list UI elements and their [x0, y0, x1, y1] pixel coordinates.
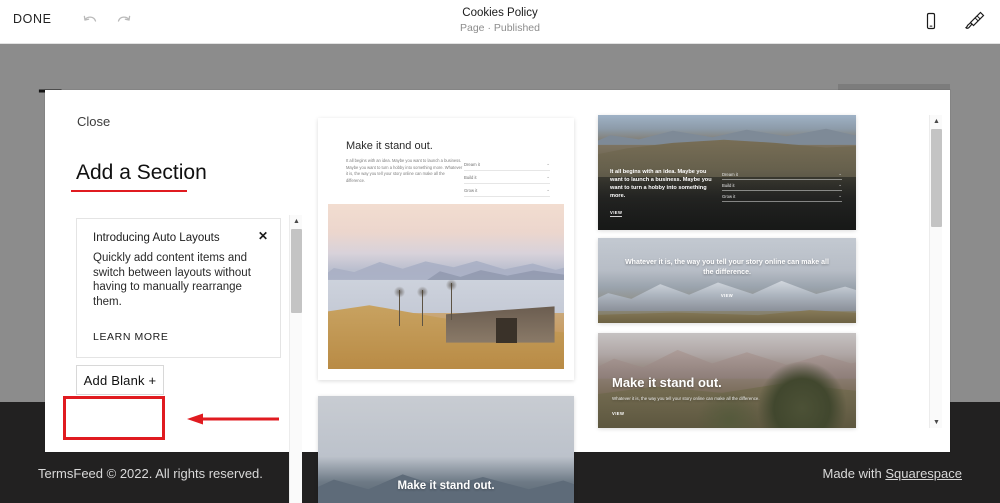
- mobile-device-icon[interactable]: [918, 8, 944, 34]
- chevron-down-icon: ⌄: [838, 171, 842, 176]
- preview-heading: Make it stand out.: [346, 140, 433, 152]
- page-title: Cookies Policy: [462, 7, 538, 19]
- page-title-group: Cookies Policy Page · Published: [0, 6, 1000, 36]
- preview-photo: [598, 238, 856, 323]
- preview-quote: Whatever it is, the way you tell your st…: [625, 259, 829, 276]
- right-pane-scrollbar[interactable]: ▲ ▼: [929, 115, 942, 428]
- scroll-up-arrow-icon[interactable]: ▲: [930, 115, 943, 127]
- chevron-down-icon: ⌄: [546, 161, 550, 166]
- section-preview-card[interactable]: It all begins with an idea. Maybe you wa…: [598, 115, 856, 230]
- editor-topbar: DONE Cookies Policy Page · Published: [0, 0, 1000, 44]
- accordion-label: Grow it: [464, 187, 478, 193]
- preview-accordion: Dream it ⌄ Build it ⌄ Grow it ⌄: [464, 158, 550, 197]
- chevron-down-icon: ⌄: [838, 193, 842, 198]
- annotation-arrow-icon: [185, 412, 280, 425]
- modal-right-previews: It all begins with an idea. Maybe you wa…: [590, 90, 950, 452]
- accordion-row[interactable]: Dream it ⌄: [464, 158, 550, 171]
- close-icon[interactable]: ✕: [258, 230, 268, 242]
- scroll-down-arrow-icon[interactable]: ▼: [930, 416, 943, 428]
- scrollbar-thumb[interactable]: [291, 229, 302, 313]
- squarespace-editor-screen: T Images shot at Aro Ha TermsFeed © 2022…: [0, 0, 1000, 503]
- promo-card: Introducing Auto Layouts ✕ Quickly add c…: [76, 218, 281, 358]
- preview-title: Make it stand out.: [612, 375, 722, 390]
- squarespace-link[interactable]: Squarespace: [885, 466, 962, 481]
- preview-button[interactable]: VIEW: [598, 293, 856, 298]
- promo-body: Quickly add content items and switch bet…: [93, 252, 251, 308]
- preview-subtitle: Whatever it is, the way you tell your st…: [612, 396, 760, 401]
- chevron-down-icon: ⌄: [838, 182, 842, 187]
- tree-shape: [393, 285, 405, 327]
- add-blank-button[interactable]: Add Blank +: [76, 365, 164, 395]
- topbar-actions: [918, 8, 988, 34]
- tree-shape: [445, 279, 457, 320]
- accordion-row[interactable]: Grow it ⌄: [722, 191, 842, 202]
- chevron-down-icon: ⌄: [546, 187, 550, 192]
- preview-body: It all begins with an idea. Maybe you wa…: [346, 158, 463, 183]
- accordion-row[interactable]: Build it ⌄: [464, 171, 550, 184]
- section-preview-card[interactable]: Make it stand out. It all begins with an…: [318, 118, 574, 380]
- add-blank-highlight-box: [63, 396, 165, 440]
- preview-body: It all begins with an idea. Maybe you wa…: [610, 169, 712, 199]
- learn-more-link[interactable]: LEARN MORE: [93, 331, 168, 343]
- preview-photo: [328, 204, 564, 369]
- preview-button[interactable]: VIEW: [610, 210, 623, 217]
- scroll-up-arrow-icon[interactable]: ▲: [290, 215, 303, 227]
- modal-center-previews: Make it stand out. It all begins with an…: [310, 90, 590, 503]
- accordion-row[interactable]: Grow it ⌄: [464, 184, 550, 197]
- cabin-door-shape: [495, 317, 517, 343]
- heading-underline-annotation: [71, 190, 187, 192]
- preview-caption: Make it stand out.: [397, 480, 495, 492]
- close-button[interactable]: Close: [77, 114, 110, 129]
- footer-copyright: TermsFeed © 2022. All rights reserved.: [38, 466, 263, 481]
- page-status: Page · Published: [460, 22, 540, 34]
- preview-button[interactable]: VIEW: [612, 411, 624, 416]
- accordion-row[interactable]: Build it ⌄: [722, 180, 842, 191]
- accordion-label: Dream it: [464, 161, 480, 167]
- section-preview-card[interactable]: Make it stand out.: [318, 396, 574, 503]
- footer-made-with-prefix: Made with: [822, 466, 886, 481]
- accordion-row[interactable]: Dream it ⌄: [722, 169, 842, 180]
- accordion-label: Dream it: [722, 171, 738, 177]
- scrollbar-thumb[interactable]: [931, 129, 942, 227]
- promo-title: Introducing Auto Layouts: [93, 232, 220, 244]
- footer-made-with: Made with Squarespace: [823, 466, 963, 481]
- add-section-modal: Close Add a Section Introducing Auto Lay…: [45, 90, 950, 503]
- modal-heading: Add a Section: [76, 161, 207, 184]
- preview-accordion: Dream it ⌄ Build it ⌄ Grow it ⌄: [722, 169, 842, 202]
- accordion-label: Build it: [464, 174, 477, 180]
- paintbrush-icon[interactable]: [962, 8, 988, 34]
- accordion-label: Build it: [722, 182, 735, 188]
- section-preview-card[interactable]: Whatever it is, the way you tell your st…: [598, 238, 856, 323]
- section-preview-card[interactable]: Make it stand out. Whatever it is, the w…: [598, 333, 856, 428]
- left-pane-scrollbar[interactable]: ▲ ▼: [289, 215, 302, 503]
- accordion-label: Grow it: [722, 193, 736, 199]
- tree-shape: [417, 285, 429, 327]
- chevron-down-icon: ⌄: [546, 174, 550, 179]
